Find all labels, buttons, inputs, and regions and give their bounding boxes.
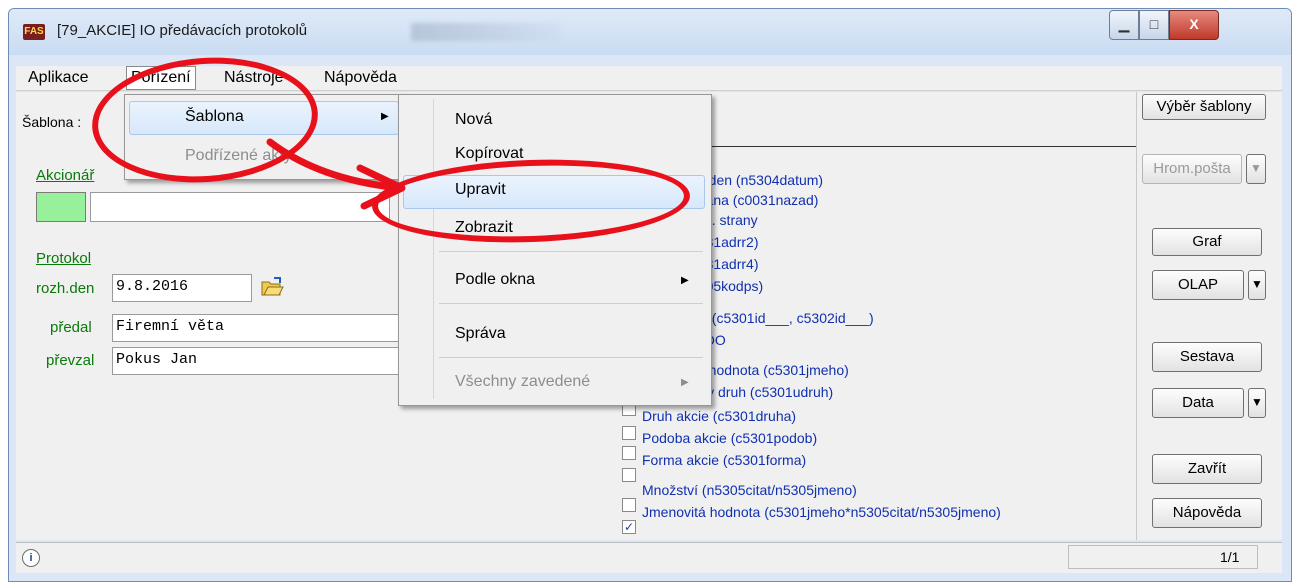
annotation-arrow: [266, 138, 406, 210]
